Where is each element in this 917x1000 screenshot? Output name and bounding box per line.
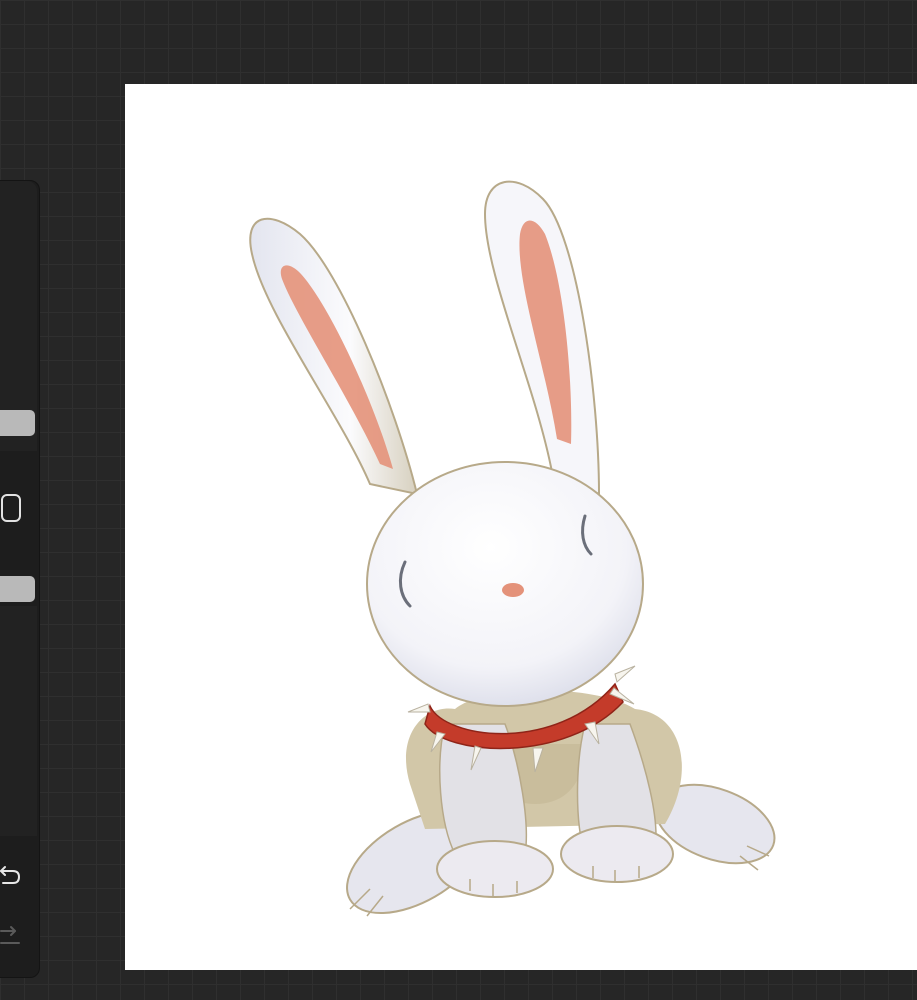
opacity-slider-track[interactable]: [0, 606, 37, 836]
brush-size-slider-track[interactable]: [0, 181, 37, 451]
modify-button[interactable]: [1, 494, 21, 522]
rabbit-artwork: [249, 180, 776, 917]
undo-icon: [0, 866, 21, 884]
brush-size-slider-knob[interactable]: [0, 410, 35, 436]
undo-button[interactable]: [0, 861, 21, 891]
redo-button[interactable]: [0, 921, 21, 951]
redo-icon: [0, 926, 20, 944]
sidebar-toolbar: [0, 180, 40, 978]
drawing-canvas[interactable]: [125, 84, 917, 970]
opacity-slider-knob[interactable]: [0, 576, 35, 602]
